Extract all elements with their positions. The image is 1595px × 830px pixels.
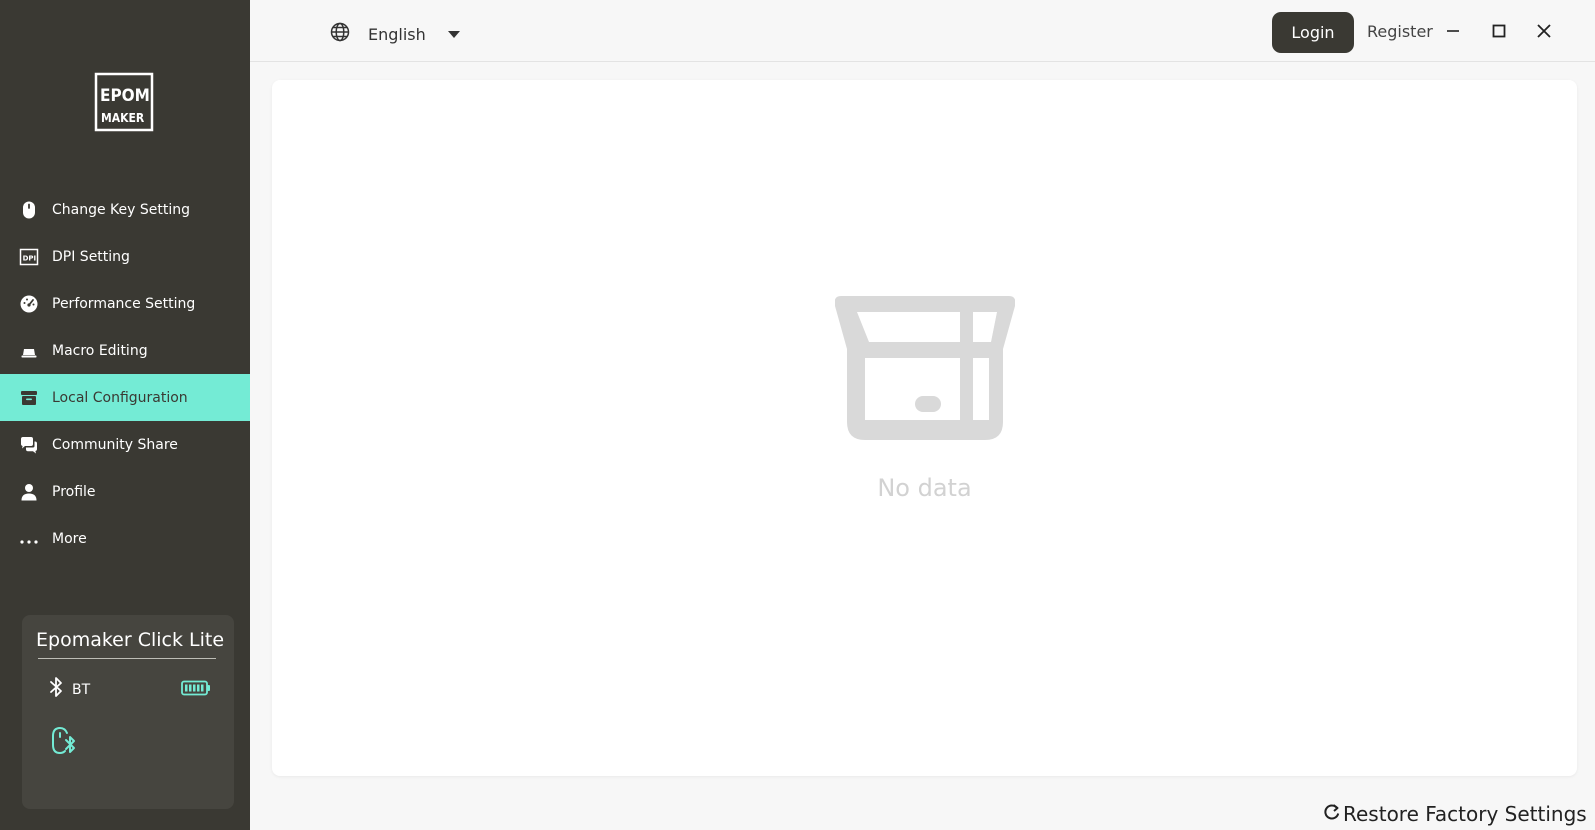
restore-factory-settings-button[interactable]: Restore Factory Settings bbox=[1324, 802, 1587, 826]
sidebar-item-macro-editing[interactable]: Macro Editing bbox=[0, 327, 250, 374]
sidebar-item-change-key-setting[interactable]: Change Key Setting bbox=[0, 186, 250, 233]
close-button[interactable] bbox=[1533, 20, 1555, 42]
language-label: English bbox=[368, 25, 426, 44]
empty-state-text: No data bbox=[877, 474, 972, 502]
sidebar-item-performance-setting[interactable]: Performance Setting bbox=[0, 280, 250, 327]
sidebar-item-label: Local Configuration bbox=[52, 389, 188, 406]
local-configuration-panel: No data bbox=[272, 80, 1577, 776]
refresh-icon bbox=[1324, 803, 1340, 826]
speedometer-icon bbox=[19, 294, 39, 314]
restore-label: Restore Factory Settings bbox=[1343, 802, 1587, 826]
minimize-button[interactable] bbox=[1442, 20, 1464, 42]
device-divider bbox=[38, 658, 216, 659]
topbar: English Login Register bbox=[250, 0, 1595, 62]
logo-text-bottom: MAKER bbox=[101, 111, 145, 125]
dpi-icon: DPI bbox=[19, 247, 39, 267]
epomaker-logo: EPOM MAKER bbox=[94, 72, 156, 134]
bluetooth-icon bbox=[48, 676, 64, 703]
sidebar-item-label: Change Key Setting bbox=[52, 201, 191, 218]
laptop-icon bbox=[19, 341, 39, 361]
sidebar-item-label: Profile bbox=[52, 483, 96, 500]
user-icon bbox=[19, 482, 39, 502]
empty-box-icon bbox=[834, 294, 1016, 447]
mouse-bluetooth-icon bbox=[50, 725, 78, 762]
device-name: Epomaker Click Lite bbox=[36, 629, 225, 651]
connection-label: BT bbox=[72, 681, 91, 698]
connection-status: BT bbox=[48, 676, 90, 703]
register-button[interactable]: Register bbox=[1367, 22, 1433, 41]
sidebar-item-profile[interactable]: Profile bbox=[0, 468, 250, 515]
caret-down-icon bbox=[447, 26, 460, 44]
sidebar-item-label: DPI Setting bbox=[52, 248, 130, 265]
ellipsis-icon bbox=[19, 529, 39, 549]
sidebar-item-community-share[interactable]: Community Share bbox=[0, 421, 250, 468]
device-card[interactable]: Epomaker Click Lite BT bbox=[22, 615, 234, 809]
maximize-icon bbox=[1492, 24, 1506, 38]
sidebar-item-local-configuration[interactable]: Local Configuration bbox=[0, 374, 250, 421]
sidebar-item-label: More bbox=[52, 530, 87, 547]
sidebar-item-more[interactable]: More bbox=[0, 515, 250, 562]
sidebar-item-label: Performance Setting bbox=[52, 295, 196, 312]
svg-text:DPI: DPI bbox=[23, 254, 37, 262]
maximize-button[interactable] bbox=[1488, 20, 1510, 42]
archive-icon bbox=[19, 388, 39, 408]
close-icon bbox=[1537, 24, 1551, 38]
sidebar-item-label: Macro Editing bbox=[52, 342, 148, 359]
logo-text-top: EPOM bbox=[100, 86, 150, 106]
login-button[interactable]: Login bbox=[1272, 12, 1354, 53]
language-selector[interactable]: English bbox=[330, 22, 460, 47]
mouse-icon bbox=[19, 200, 39, 220]
sidebar-item-dpi-setting[interactable]: DPI DPI Setting bbox=[0, 233, 250, 280]
globe-icon bbox=[330, 22, 350, 47]
chat-icon bbox=[19, 435, 39, 455]
sidebar-item-label: Community Share bbox=[52, 436, 178, 453]
sidebar: EPOM MAKER Change Key Setting DPI DPI Se… bbox=[0, 0, 250, 830]
battery-full-icon bbox=[181, 680, 211, 701]
sidebar-nav: Change Key Setting DPI DPI Setting Perfo… bbox=[0, 186, 250, 562]
minimize-icon bbox=[1447, 30, 1459, 32]
